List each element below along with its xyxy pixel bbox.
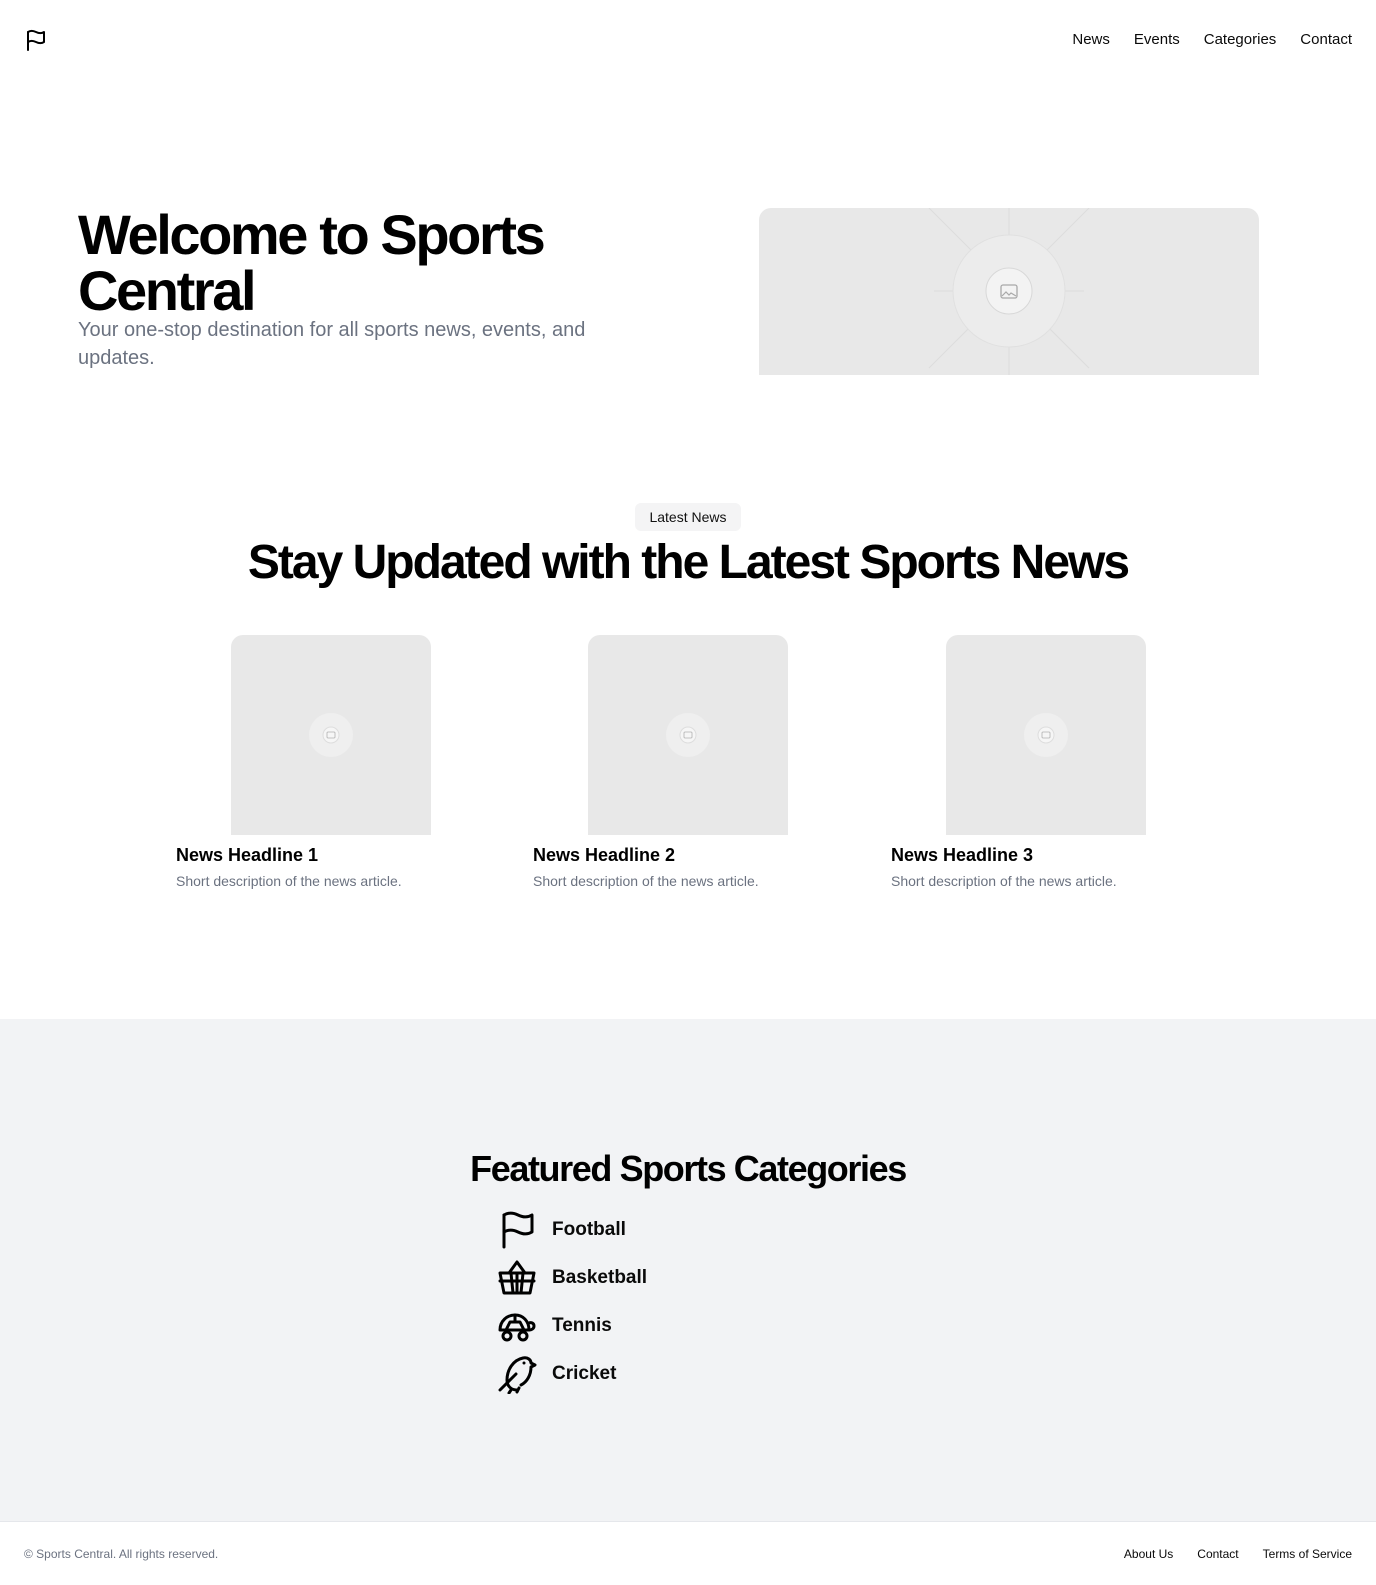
latest-news-badge: Latest News	[635, 503, 741, 531]
news-headline: News Headline 1	[176, 845, 319, 865]
bird-icon	[498, 1356, 537, 1394]
news-image-placeholder	[946, 635, 1146, 835]
footer-nav: About Us Contact Terms of Service	[1124, 1546, 1352, 1562]
image-placeholder-icon	[309, 713, 353, 757]
news-image-placeholder	[588, 635, 788, 835]
image-placeholder-icon	[928, 208, 1090, 375]
basket-icon	[498, 1260, 536, 1295]
category-label: Basketball	[552, 1267, 648, 1288]
news-description: Short description of the news article.	[176, 873, 402, 889]
hero-title: Welcome to Sports Central	[78, 203, 546, 322]
flag-icon	[502, 1211, 534, 1249]
nav-link-categories[interactable]: Categories	[1204, 30, 1277, 50]
turtle-icon	[498, 1313, 536, 1342]
site-header: News Events Categories Contact	[0, 0, 1376, 80]
footer-link-contact[interactable]: Contact	[1197, 1546, 1238, 1562]
categories-title: Featured Sports Categories	[470, 1148, 907, 1189]
news-section-title: Stay Updated with the Latest Sports News	[247, 536, 1130, 589]
footer-link-about-us[interactable]: About Us	[1124, 1546, 1173, 1562]
news-headline: News Headline 2	[533, 845, 676, 865]
image-placeholder-icon	[666, 713, 710, 757]
category-label: Cricket	[552, 1363, 617, 1384]
hero-image-placeholder	[759, 208, 1259, 375]
category-item-tennis[interactable]: Tennis	[497, 1306, 612, 1346]
site-footer: © Sports Central. All rights reserved. A…	[0, 1521, 1376, 1585]
category-label: Tennis	[552, 1315, 612, 1336]
category-item-football[interactable]: Football	[497, 1210, 626, 1250]
nav-link-contact[interactable]: Contact	[1300, 30, 1352, 50]
flag-icon[interactable]	[24, 28, 48, 52]
news-headline: News Headline 3	[891, 845, 1034, 865]
category-label: Football	[552, 1219, 626, 1240]
image-placeholder-icon	[1024, 713, 1068, 757]
main-nav: News Events Categories Contact	[1072, 30, 1352, 50]
category-item-cricket[interactable]: Cricket	[497, 1354, 616, 1394]
news-description: Short description of the news article.	[891, 873, 1117, 889]
footer-link-terms-of-service[interactable]: Terms of Service	[1263, 1546, 1352, 1562]
category-item-basketball[interactable]: Basketball	[497, 1258, 647, 1298]
news-image-placeholder	[231, 635, 431, 835]
featured-categories-section	[0, 1019, 1376, 1521]
news-description: Short description of the news article.	[533, 873, 759, 889]
nav-link-news[interactable]: News	[1072, 30, 1110, 50]
hero-subtitle: Your one-stop destination for all sports…	[78, 319, 586, 369]
copyright-text: © Sports Central. All rights reserved.	[24, 1547, 219, 1561]
nav-link-events[interactable]: Events	[1134, 30, 1180, 50]
